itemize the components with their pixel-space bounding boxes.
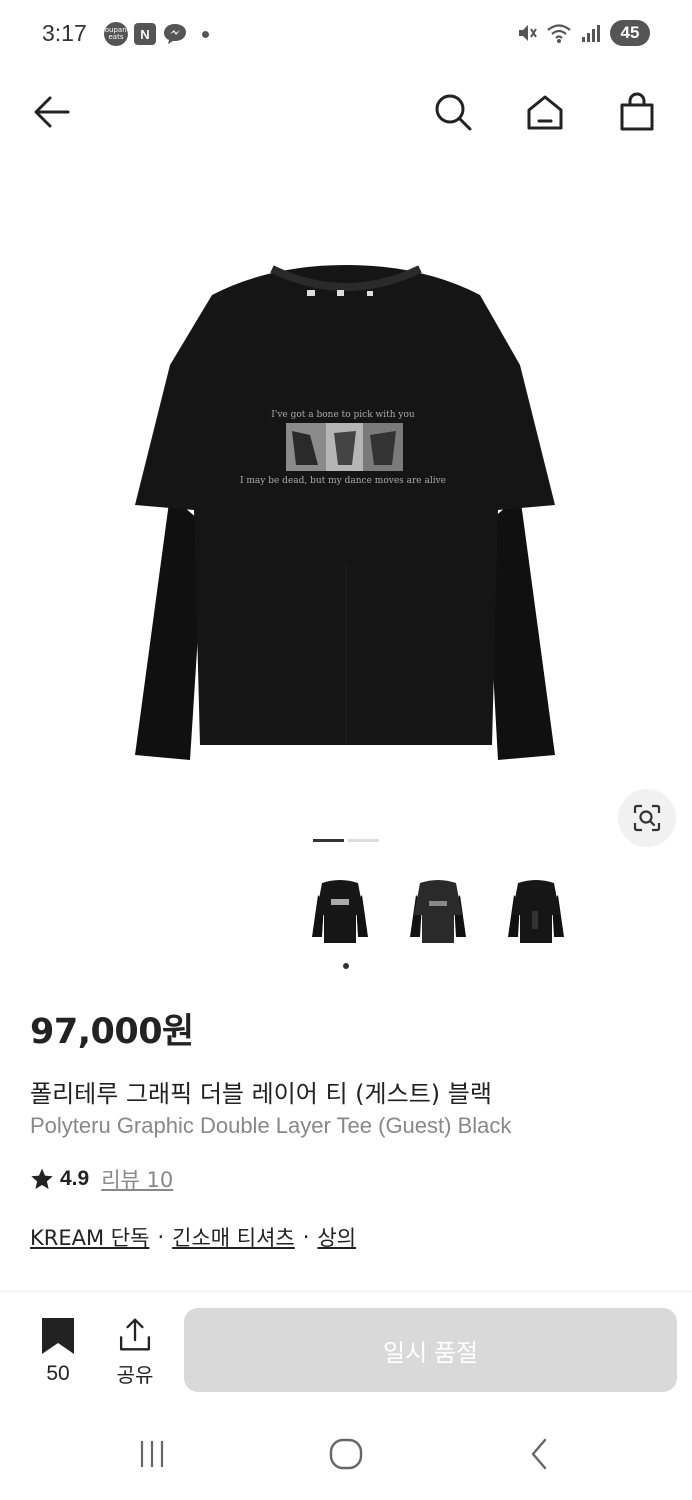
home-system-button[interactable] [324, 1434, 368, 1474]
review-link[interactable]: 리뷰 10 [101, 1164, 173, 1194]
category-link-long-sleeve[interactable]: 긴소매 티셔츠 [172, 1222, 295, 1252]
category-link-tops[interactable]: 상의 [317, 1222, 356, 1252]
thumbnail-list [308, 872, 568, 948]
status-time: 3:17 [42, 20, 87, 46]
mute-icon [519, 25, 537, 41]
share-label: 공유 [116, 1363, 154, 1387]
lens-search-icon [633, 804, 661, 832]
print-text-top: I've got a bone to pick with you [271, 410, 415, 420]
notification-icons: coupang eats N [101, 22, 209, 46]
shopping-bag-icon [620, 92, 654, 131]
category-separator: · [302, 1225, 310, 1249]
pager-indicator-2 [348, 839, 379, 842]
tee-illustration: I've got a bone to pick with you I may b… [135, 265, 555, 760]
image-pager [313, 839, 379, 842]
arrow-left-icon [34, 96, 70, 128]
thumbnail-1[interactable] [308, 872, 372, 948]
bookmark-button[interactable]: 50 [28, 1316, 88, 1388]
thumbnail-3[interactable] [504, 872, 568, 948]
share-button[interactable]: 공유 [105, 1316, 165, 1388]
soldout-button[interactable]: 일시 품절 [184, 1308, 677, 1392]
product-image[interactable]: I've got a bone to pick with you I may b… [0, 165, 692, 815]
back-system-button[interactable] [518, 1434, 562, 1474]
product-price: 97,000원 [30, 1012, 194, 1052]
home-circle-icon [329, 1438, 363, 1470]
thumbnail-2[interactable] [406, 872, 470, 948]
signal-icon [582, 25, 600, 42]
pager-indicator-1 [313, 839, 344, 842]
recent-apps-button[interactable] [130, 1434, 174, 1474]
category-link-kream-exclusive[interactable]: KREAM 단독 [30, 1222, 149, 1252]
home-button[interactable] [523, 90, 567, 134]
thumbnail-selected-indicator [343, 963, 349, 969]
battery-indicator: 45 [610, 20, 650, 46]
share-icon [119, 1318, 151, 1351]
wifi-icon [547, 24, 571, 43]
back-button[interactable] [30, 90, 74, 134]
more-notifications-icon [202, 30, 209, 38]
star-icon [31, 1168, 53, 1189]
cart-button[interactable] [615, 90, 659, 134]
product-title-korean: 폴리테루 그래픽 더블 레이어 티 (게스트) 블랙 [30, 1080, 492, 1108]
home-icon [527, 95, 563, 130]
bookmark-icon [42, 1318, 74, 1354]
messenger-icon [164, 24, 186, 44]
product-title-english: Polyteru Graphic Double Layer Tee (Guest… [30, 1113, 512, 1138]
naver-icon: N [134, 23, 156, 45]
lens-search-button[interactable] [618, 789, 676, 847]
category-separator: · [157, 1225, 165, 1249]
rating-value: 4.9 [60, 1167, 90, 1190]
rating-row: 4.9 리뷰 10 [30, 1164, 173, 1194]
search-button[interactable] [431, 90, 475, 134]
system-navigation-bar [0, 1420, 692, 1490]
top-navigation [0, 80, 692, 144]
coupang-eats-icon: coupang eats [101, 22, 131, 46]
system-status-icons: 45 [516, 20, 650, 46]
print-text-bottom: I may be dead, but my dance moves are al… [240, 476, 446, 486]
status-bar: 3:17 coupang eats N 45 [0, 0, 692, 72]
divider [0, 1291, 692, 1292]
recent-apps-icon [140, 1441, 164, 1467]
search-icon [435, 94, 472, 131]
bookmark-count: 50 [46, 1362, 70, 1385]
chevron-left-icon [531, 1438, 547, 1470]
category-breadcrumb: KREAM 단독 · 긴소매 티셔츠 · 상의 [30, 1222, 356, 1252]
